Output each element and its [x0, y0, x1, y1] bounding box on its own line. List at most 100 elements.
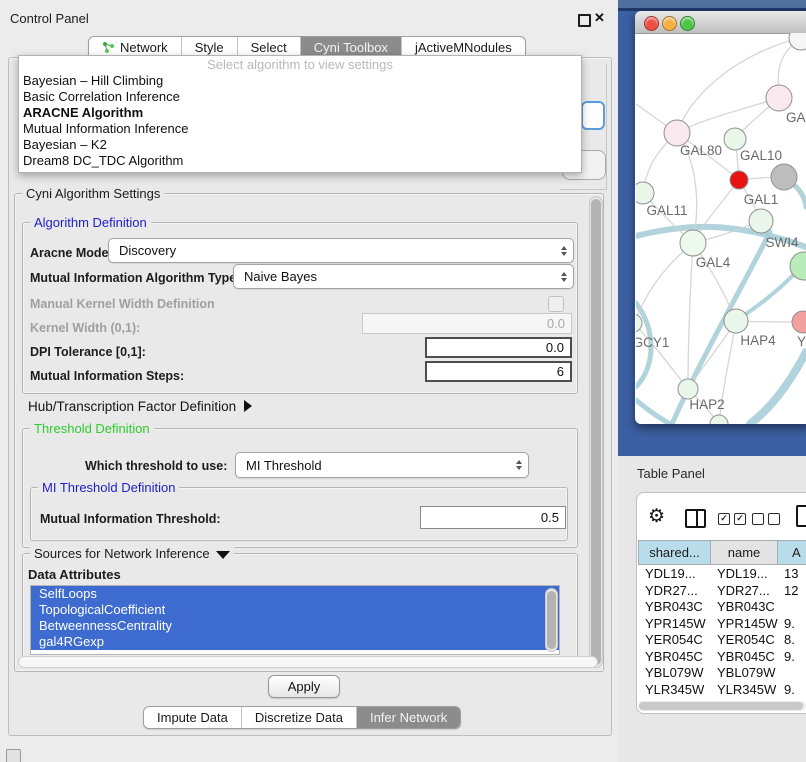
table-cell: YDL19...: [638, 566, 710, 583]
node-label: SWI4: [765, 235, 798, 250]
close-panel-icon[interactable]: ✕: [594, 10, 605, 26]
algorithm-option[interactable]: Basic Correlation Inference: [19, 89, 581, 105]
desktop-top-band: [618, 0, 806, 8]
tab-infer-network[interactable]: Infer Network: [357, 707, 460, 728]
network-node-hap4[interactable]: [724, 309, 748, 333]
app-root: Control Panel ✕ NetworkStyleSelectCyni T…: [0, 0, 806, 762]
attributes-list-scrollbar[interactable]: [545, 588, 558, 652]
columns-icon[interactable]: [685, 509, 706, 528]
hub-section-toggle[interactable]: Hub/Transcription Factor Definition: [28, 399, 252, 414]
mi-threshold-group-title: MI Threshold Definition: [38, 480, 179, 495]
checked-box-icon: ✓: [718, 513, 730, 525]
network-window-titlebar[interactable]: [635, 11, 806, 34]
algorithm-option[interactable]: Mutual Information Inference: [19, 121, 581, 137]
network-node-gcy1[interactable]: [636, 314, 642, 332]
aracne-mode-combo[interactable]: Discovery: [108, 238, 574, 263]
mi-threshold-label: Mutual Information Threshold:: [40, 512, 221, 526]
panel-title: Control Panel: [10, 11, 89, 26]
which-threshold-value: MI Threshold: [246, 458, 322, 473]
column-header-shared-name[interactable]: shared...: [638, 540, 711, 565]
tab-impute-data[interactable]: Impute Data: [144, 707, 242, 728]
table-cell: 9.: [782, 682, 795, 699]
dpi-tolerance-field[interactable]: 0.0: [425, 337, 572, 358]
network-node-swi4[interactable]: [749, 209, 773, 233]
network-node[interactable]: [789, 33, 806, 50]
close-window-icon[interactable]: [644, 16, 659, 31]
select-all-columns-icon[interactable]: ✓ ✓: [718, 513, 746, 525]
which-threshold-combo[interactable]: MI Threshold: [235, 452, 529, 478]
algorithm-option[interactable]: Dream8 DC_TDC Algorithm: [19, 153, 581, 169]
column-header-name[interactable]: name: [710, 540, 778, 565]
export-table-icon[interactable]: [796, 505, 806, 527]
threshold-definition-title: Threshold Definition: [30, 421, 154, 436]
algorithm-option[interactable]: Bayesian – Hill Climbing: [19, 73, 581, 89]
table-row[interactable]: YBL079WYBL079W: [638, 665, 806, 682]
attribute-list-item[interactable]: gal4RGexp: [31, 634, 559, 650]
network-node-y[interactable]: [792, 311, 806, 333]
algorithm-option[interactable]: ARACNE Algorithm: [19, 105, 581, 121]
table-cell: 8.: [782, 632, 795, 649]
attribute-list-item[interactable]: SelfLoops: [31, 586, 559, 602]
tab-discretize-data[interactable]: Discretize Data: [242, 707, 357, 728]
network-node[interactable]: [771, 164, 797, 190]
mi-steps-field[interactable]: 6: [425, 361, 572, 382]
network-edge: [636, 243, 693, 323]
network-graph[interactable]: GALGAL80GAL10GAL1GAL11SWI4GAL4GCY1HAP4YH…: [636, 33, 806, 424]
network-node-gal10[interactable]: [724, 128, 746, 150]
dropdown-prompt: Select algorithm to view settings: [19, 56, 581, 73]
algorithm-definition-title: Algorithm Definition: [30, 215, 151, 230]
collapsed-arrow-icon: [244, 400, 252, 412]
network-node-gal11[interactable]: [636, 182, 654, 204]
float-panel-icon[interactable]: [578, 14, 591, 27]
manual-kernel-checkbox[interactable]: [548, 296, 564, 312]
table-row[interactable]: YBR043CYBR043C: [638, 599, 806, 616]
table-cell: YDL19...: [710, 566, 782, 583]
table-row[interactable]: YER054CYER054C8.: [638, 632, 806, 649]
mi-type-value: Naive Bayes: [244, 269, 317, 284]
table-cell: YER054C: [710, 632, 782, 649]
settings-hscrollbar[interactable]: [18, 656, 598, 668]
attribute-list-item[interactable]: BetweennessCentrality: [31, 618, 559, 634]
attribute-list-item[interactable]: TopologicalCoefficient: [31, 602, 559, 618]
scrollbar-thumb[interactable]: [547, 591, 556, 649]
hidden-combo-fragment: [581, 101, 605, 130]
network-node-gal[interactable]: [766, 85, 792, 111]
table-row[interactable]: YDL19...YDL19...13: [638, 566, 806, 583]
network-node-gal4[interactable]: [680, 230, 706, 256]
spinner-arrows-icon: [516, 460, 522, 470]
dpi-tolerance-label: DPI Tolerance [0,1]:: [30, 345, 146, 359]
sources-group-header[interactable]: Sources for Network Inference: [30, 546, 234, 561]
table-row[interactable]: YPR145WYPR145W9.: [638, 616, 806, 633]
table-cell: YER054C: [638, 632, 710, 649]
gear-icon[interactable]: ⚙: [648, 505, 665, 528]
table-row[interactable]: YLR345WYLR345W9.: [638, 682, 806, 699]
mi-steps-label: Mutual Information Steps:: [30, 369, 184, 383]
settings-scrollbar[interactable]: [589, 196, 603, 668]
spinner-arrows-icon: [561, 246, 567, 256]
mi-threshold-field[interactable]: 0.5: [420, 506, 566, 529]
mi-type-combo[interactable]: Naive Bayes: [233, 264, 574, 289]
aracne-mode-label: Aracne Mode:: [30, 246, 113, 260]
which-threshold-label: Which threshold to use:: [85, 459, 227, 473]
network-node-hap2[interactable]: [678, 379, 698, 399]
table-row[interactable]: YDR27...YDR27...12: [638, 583, 806, 600]
minimize-window-icon[interactable]: [662, 16, 677, 31]
apply-button[interactable]: Apply: [268, 675, 340, 698]
table-hscrollbar[interactable]: [638, 701, 806, 711]
table-row[interactable]: YBR045CYBR045C9.: [638, 649, 806, 666]
aracne-mode-value: Discovery: [119, 243, 176, 258]
collapsed-panel-icon[interactable]: [6, 749, 21, 762]
network-node-gal1[interactable]: [730, 171, 748, 189]
scrollbar-thumb[interactable]: [591, 199, 601, 665]
column-header-clipped[interactable]: A: [777, 540, 806, 565]
kernel-width-field[interactable]: 0.0: [362, 313, 572, 334]
table-cell: YPR145W: [710, 616, 782, 633]
algorithm-option[interactable]: Bayesian – K2: [19, 137, 581, 153]
zoom-window-icon[interactable]: [680, 16, 695, 31]
deselect-all-columns-icon[interactable]: [752, 513, 780, 525]
scrollbar-thumb[interactable]: [639, 702, 803, 710]
node-label: GAL10: [740, 148, 782, 163]
table-cell: 9.: [782, 616, 795, 633]
network-icon: [102, 41, 115, 54]
node-label: GAL1: [744, 192, 779, 207]
